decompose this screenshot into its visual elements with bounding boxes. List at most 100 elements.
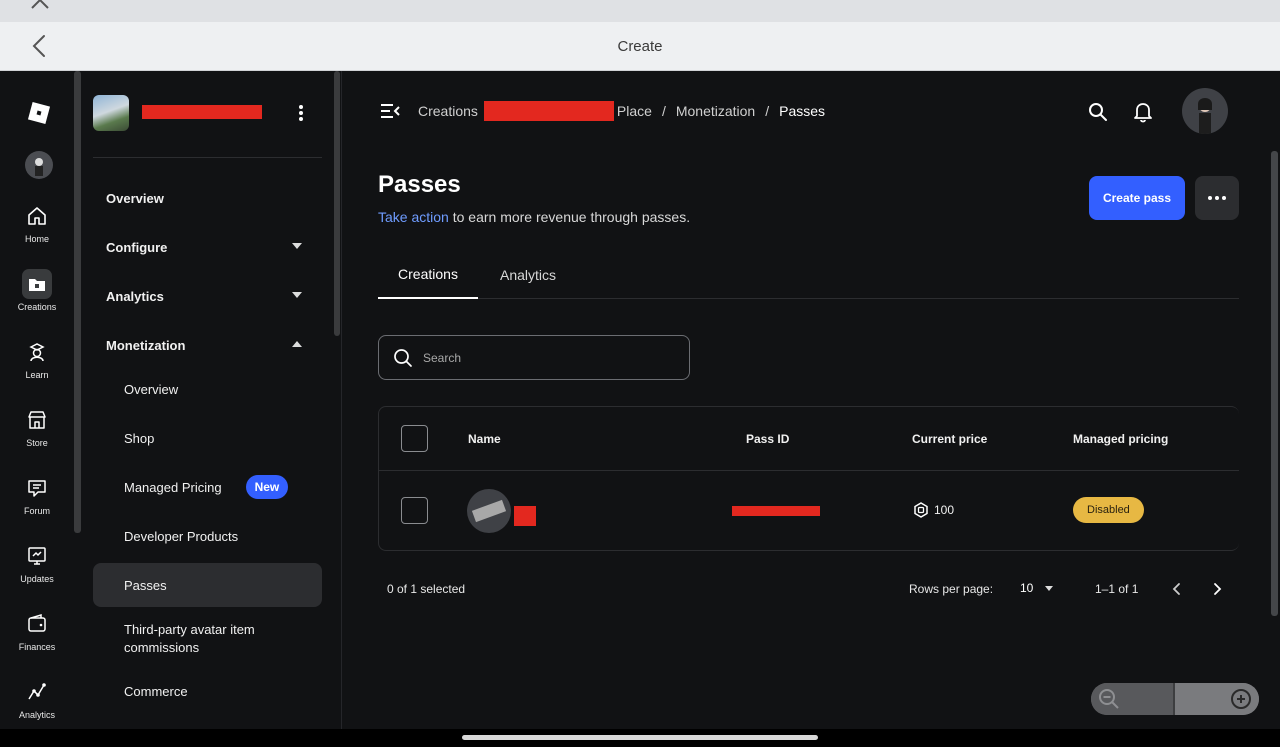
rail-label: Analytics bbox=[18, 710, 55, 720]
breadcrumb-creations[interactable]: Creations bbox=[418, 103, 478, 119]
subtitle-text: to earn more revenue through passes. bbox=[448, 209, 691, 225]
redacted-experience-name bbox=[142, 105, 262, 119]
finances-icon bbox=[28, 613, 46, 632]
pass-thumbnail bbox=[467, 489, 511, 533]
user-avatar[interactable] bbox=[25, 151, 53, 179]
sidenav-item-configure[interactable]: Configure bbox=[93, 225, 322, 269]
rail-item-learn[interactable]: Learn bbox=[0, 337, 74, 395]
page-subtitle: Take action to earn more revenue through… bbox=[378, 209, 690, 225]
passes-table: Name Pass ID Current price Managed prici… bbox=[378, 406, 1239, 551]
sidenav-item-managed-pricing[interactable]: Managed Pricing New bbox=[93, 465, 322, 509]
sidenav-item-overview[interactable]: Overview bbox=[93, 176, 322, 220]
rail-label: Forum bbox=[23, 506, 50, 516]
store-icon bbox=[28, 411, 46, 429]
sidenav-item-developer-products[interactable]: Developer Products bbox=[93, 514, 322, 558]
create-pass-button[interactable]: Create pass bbox=[1089, 176, 1185, 220]
previous-page-icon[interactable] bbox=[1165, 577, 1189, 601]
rows-per-page-value: 10 bbox=[1020, 581, 1034, 595]
sidenav-label: Overview bbox=[106, 190, 164, 206]
breadcrumb: Creations Place / Monetization / Passes bbox=[418, 101, 825, 121]
rows-per-page-label: Rows per page: bbox=[909, 582, 994, 596]
icon-rail: Home Creations Learn Store Forum Updates… bbox=[0, 71, 74, 729]
zoom-out-icon bbox=[1099, 689, 1119, 709]
rail-scrollbar[interactable] bbox=[74, 71, 81, 533]
sidenav-item-monetization[interactable]: Monetization bbox=[93, 323, 322, 367]
column-header-managed-pricing[interactable]: Managed pricing bbox=[1073, 432, 1168, 446]
zoom-control bbox=[1091, 683, 1259, 715]
notification-bell-icon[interactable] bbox=[1132, 100, 1154, 124]
page-title: Passes bbox=[378, 171, 461, 198]
more-options-button[interactable] bbox=[1195, 176, 1239, 220]
sidenav-item-passes[interactable]: Passes bbox=[93, 563, 322, 607]
rail-label: Home bbox=[24, 234, 49, 244]
rail-item-home[interactable]: Home bbox=[0, 201, 74, 259]
collapse-menu-icon[interactable] bbox=[380, 103, 400, 119]
tab-analytics[interactable]: Analytics bbox=[488, 251, 568, 299]
redacted-pass-name bbox=[514, 506, 536, 526]
main-scrollbar[interactable] bbox=[1271, 151, 1278, 616]
take-action-link[interactable]: Take action bbox=[378, 209, 449, 225]
sidenav-item-monetization-overview[interactable]: Overview bbox=[93, 367, 322, 411]
select-all-checkbox[interactable] bbox=[401, 425, 428, 452]
column-header-name[interactable]: Name bbox=[468, 432, 501, 446]
home-indicator[interactable] bbox=[462, 735, 818, 740]
zoom-out-button[interactable] bbox=[1091, 683, 1175, 715]
rail-item-forum[interactable]: Forum bbox=[0, 473, 74, 531]
forum-icon bbox=[28, 480, 46, 497]
selection-count: 0 of 1 selected bbox=[387, 582, 466, 596]
pagination-range: 1–1 of 1 bbox=[1095, 582, 1139, 596]
sidenav-item-third-party-commissions[interactable]: Third-party avatar item commissions bbox=[93, 615, 293, 663]
profile-avatar[interactable] bbox=[1182, 88, 1228, 134]
rail-item-updates[interactable]: Updates bbox=[0, 541, 74, 599]
sidenav-label: Managed Pricing bbox=[124, 479, 222, 495]
chevron-down-icon bbox=[1045, 585, 1054, 591]
search-icon[interactable] bbox=[1087, 101, 1109, 123]
row-checkbox[interactable] bbox=[401, 497, 428, 524]
rail-item-finances[interactable]: Finances bbox=[0, 609, 74, 667]
updates-icon bbox=[28, 547, 46, 565]
sidenav-label: Monetization bbox=[106, 337, 186, 353]
column-header-current-price[interactable]: Current price bbox=[912, 432, 987, 446]
sidenav-item-shop[interactable]: Shop bbox=[93, 416, 322, 460]
redacted-pass-id bbox=[732, 506, 820, 516]
tab-creations[interactable]: Creations bbox=[378, 251, 478, 299]
tabs: Creations Analytics bbox=[378, 251, 1239, 299]
rail-item-store[interactable]: Store bbox=[0, 405, 74, 463]
sidenav-divider bbox=[93, 157, 322, 158]
new-badge: New bbox=[245, 475, 289, 499]
table-header: Name Pass ID Current price Managed prici… bbox=[379, 407, 1239, 471]
experience-menu-button[interactable] bbox=[291, 103, 311, 123]
search-field[interactable] bbox=[378, 335, 690, 380]
sidenav-item-analytics[interactable]: Analytics bbox=[93, 274, 322, 318]
browser-title: Create bbox=[617, 38, 663, 55]
breadcrumb-monetization[interactable]: Monetization bbox=[676, 103, 755, 119]
close-icon[interactable] bbox=[30, 0, 50, 10]
next-page-icon[interactable] bbox=[1205, 577, 1229, 601]
sidenav-label: Shop bbox=[124, 430, 155, 446]
rows-per-page-select[interactable]: 10 bbox=[1020, 576, 1060, 600]
browser-toolbar: Create bbox=[0, 22, 1280, 71]
roblox-logo-icon[interactable] bbox=[27, 101, 51, 125]
sidenav-scrollbar[interactable] bbox=[334, 71, 340, 336]
breadcrumb-separator: / bbox=[661, 103, 666, 119]
zoom-in-button[interactable] bbox=[1175, 683, 1259, 715]
status-badge-disabled: Disabled bbox=[1073, 497, 1144, 523]
breadcrumb-place[interactable]: Place bbox=[617, 103, 652, 119]
rail-item-analytics[interactable]: Analytics bbox=[0, 677, 74, 735]
table-row[interactable]: 100 Disabled bbox=[379, 471, 1239, 551]
rail-label: Learn bbox=[25, 370, 49, 380]
search-input[interactable] bbox=[423, 350, 673, 365]
breadcrumb-separator: / bbox=[765, 103, 770, 119]
rail-label: Creations bbox=[17, 302, 57, 312]
sidenav-label: Analytics bbox=[106, 288, 164, 304]
robux-icon bbox=[914, 502, 928, 518]
pass-price: 100 bbox=[934, 503, 955, 517]
home-icon bbox=[28, 207, 46, 225]
rail-item-creations[interactable]: Creations bbox=[0, 269, 74, 327]
chevron-up-icon bbox=[292, 341, 302, 347]
sidenav-item-commerce[interactable]: Commerce bbox=[93, 669, 322, 713]
column-header-pass-id[interactable]: Pass ID bbox=[746, 432, 789, 446]
breadcrumb-passes: Passes bbox=[779, 103, 826, 119]
zoom-in-icon bbox=[1231, 689, 1251, 709]
chevron-down-icon bbox=[292, 243, 302, 249]
